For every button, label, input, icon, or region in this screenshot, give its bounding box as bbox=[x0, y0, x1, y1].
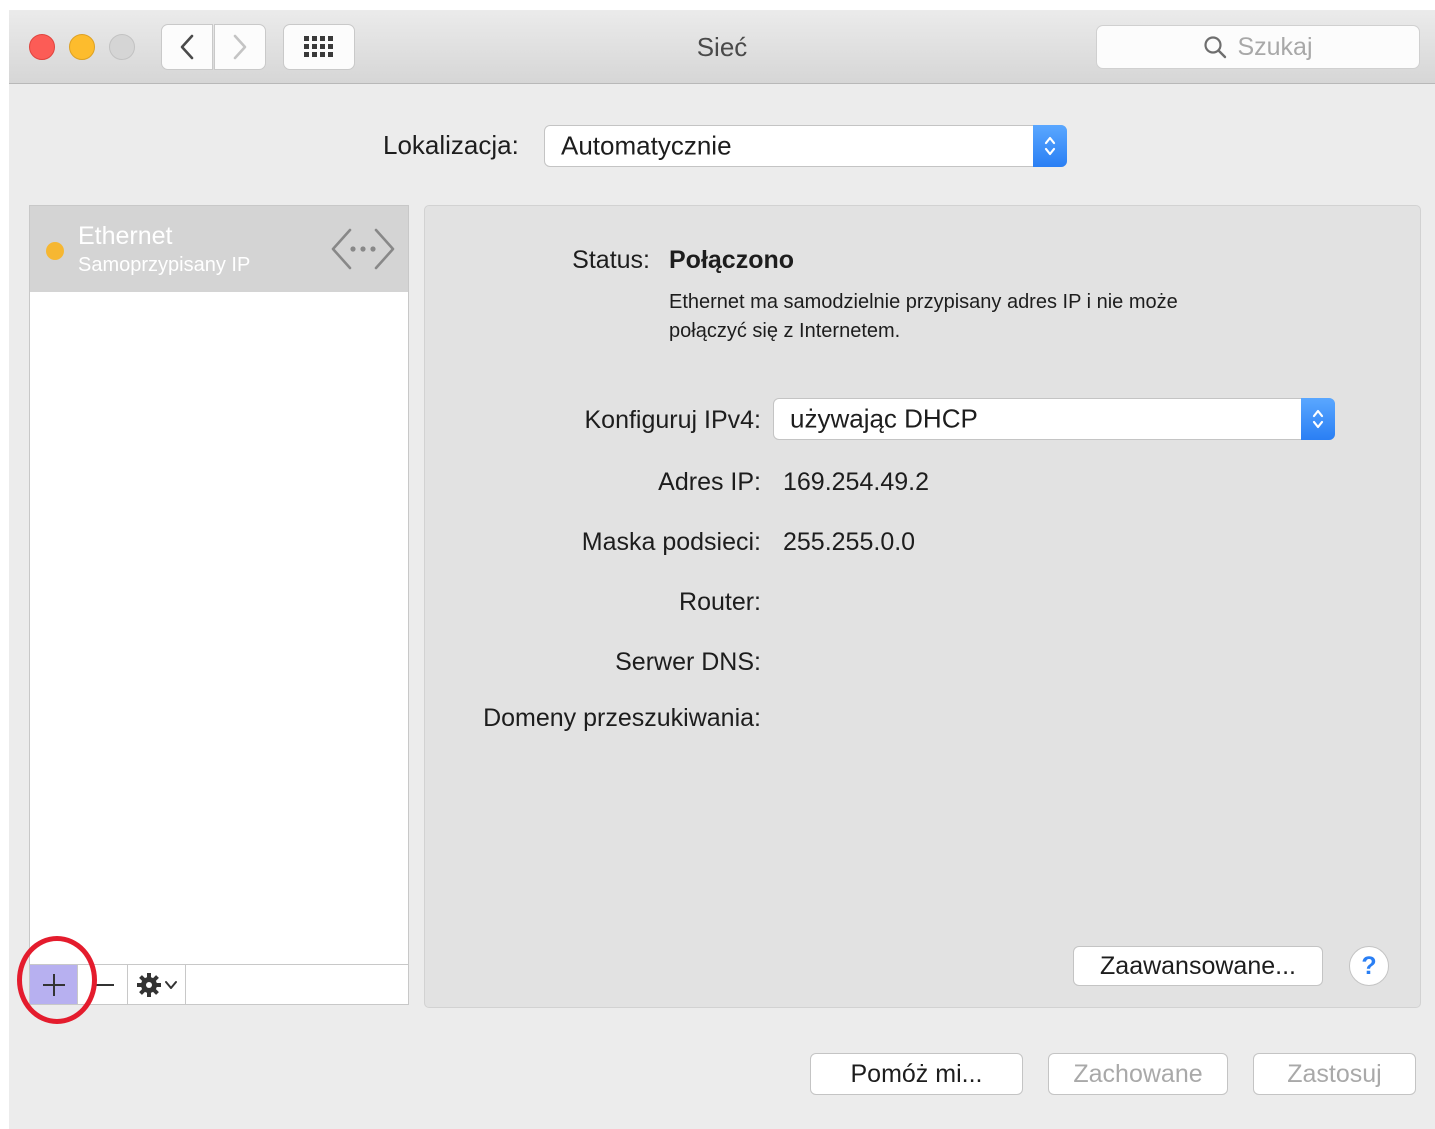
dns-server-label: Serwer DNS: bbox=[615, 648, 761, 676]
status-indicator bbox=[46, 242, 64, 260]
ethernet-icon bbox=[331, 228, 395, 270]
service-detail-panel: Status: Połączono Ethernet ma samodzieln… bbox=[424, 205, 1421, 1008]
router-label: Router: bbox=[679, 588, 761, 616]
status-label: Status: bbox=[572, 246, 650, 274]
status-description: Ethernet ma samodzielnie przypisany adre… bbox=[669, 291, 1178, 342]
apply-button[interactable]: Zastosuj bbox=[1253, 1053, 1416, 1095]
service-name: Ethernet bbox=[78, 222, 173, 250]
configure-ipv4-label: Konfiguruj IPv4: bbox=[584, 406, 762, 434]
advanced-button[interactable]: Zaawansowane... bbox=[1073, 946, 1323, 986]
status-value: Połączono bbox=[669, 246, 795, 274]
location-label: Lokalizacja: bbox=[383, 130, 519, 160]
subnet-mask-label: Maska podsieci: bbox=[581, 528, 761, 556]
subnet-mask-value: 255.255.0.0 bbox=[783, 528, 916, 556]
ip-address-value: 169.254.49.2 bbox=[783, 468, 929, 496]
search-icon bbox=[1204, 36, 1227, 59]
stepper-icon bbox=[1033, 125, 1067, 167]
configure-ipv4-popup[interactable]: używając DHCP bbox=[773, 398, 1335, 440]
search-domains-label: Domeny przeszukiwania: bbox=[483, 704, 761, 732]
service-list: Ethernet Samoprzypisany IP bbox=[29, 205, 409, 1005]
gear-icon bbox=[137, 972, 161, 997]
help-button[interactable]: ? bbox=[1349, 946, 1389, 986]
chevron-down-icon bbox=[165, 980, 177, 989]
service-item-ethernet[interactable]: Ethernet Samoprzypisany IP bbox=[30, 206, 408, 292]
search-field[interactable]: Szukaj bbox=[1096, 25, 1420, 69]
highlight-annotation bbox=[17, 936, 97, 1024]
search-placeholder: Szukaj bbox=[1237, 32, 1313, 61]
ip-address-label: Adres IP: bbox=[658, 468, 761, 496]
stepper-icon bbox=[1301, 398, 1335, 440]
service-subtitle: Samoprzypisany IP bbox=[78, 254, 251, 276]
configure-ipv4-value: używając DHCP bbox=[790, 403, 978, 434]
network-preferences-window: Sieć Szukaj Lokalizacja: Automatycznie E… bbox=[9, 10, 1435, 1129]
revert-button[interactable]: Zachowane bbox=[1048, 1053, 1228, 1095]
location-value: Automatycznie bbox=[561, 130, 732, 161]
action-menu-button[interactable] bbox=[128, 965, 186, 1004]
assist-me-button[interactable]: Pomóż mi... bbox=[810, 1053, 1023, 1095]
location-popup[interactable]: Automatycznie bbox=[544, 125, 1067, 167]
title-bar: Sieć Szukaj bbox=[9, 10, 1435, 84]
